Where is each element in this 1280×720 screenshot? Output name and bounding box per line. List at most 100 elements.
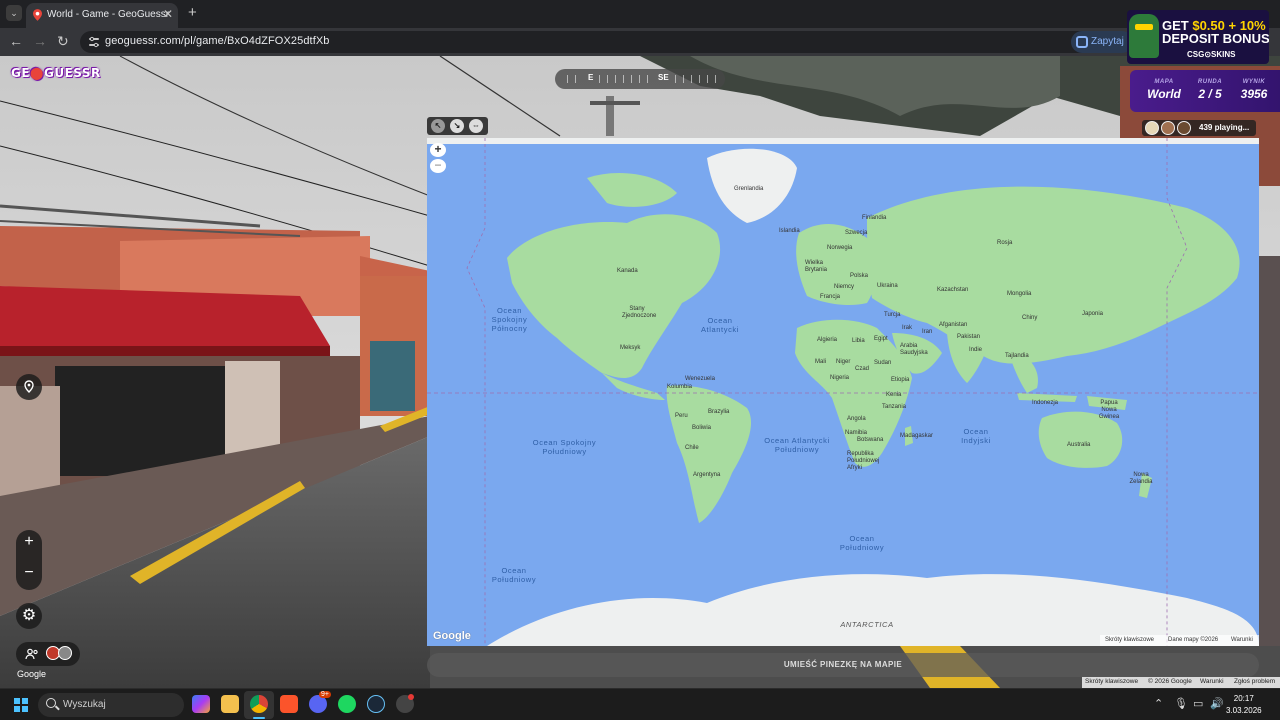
sv-zoom-in-button[interactable]: + — [16, 533, 42, 551]
party-icon — [25, 648, 38, 660]
brave-icon[interactable] — [280, 695, 298, 713]
windows-taskbar: Wyszukaj 9+ ⌃ 🎙 ▭ 🔊 20:17 3.03.2026 — [0, 688, 1280, 720]
map-label-country: Finlandia — [862, 215, 887, 221]
map-data-text: Dane mapy ©2026 — [1168, 637, 1219, 643]
new-tab-button[interactable]: + — [188, 4, 197, 21]
map-label-country: Islandia — [779, 228, 800, 234]
place-pin-button[interactable]: UMIEŚĆ PINEZKĘ NA MAPIE — [427, 653, 1259, 677]
map-label-country: Niger — [836, 359, 851, 365]
map-label-country: Wielka Brytania — [805, 260, 828, 273]
chrome-icon[interactable] — [250, 695, 268, 713]
url-text: geoguessr.com/pl/game/BxO4dZFOX25dtfXb — [105, 35, 330, 47]
tab-search-button[interactable]: ⌄ — [6, 5, 22, 21]
map-terms-link[interactable]: Warunki — [1231, 637, 1253, 643]
map-label-country: Tanzania — [882, 404, 907, 410]
players-playing-text: 439 playing... — [1199, 123, 1250, 132]
google-watermark: Google — [433, 630, 471, 642]
map-zoom-in-button[interactable]: + — [430, 143, 446, 157]
map-label-country: Argentyna — [693, 472, 721, 478]
compass[interactable]: E SE — [555, 69, 725, 89]
tray-chevron-icon[interactable]: ⌃ — [1154, 697, 1163, 710]
logo-text-left: GE — [11, 66, 31, 80]
site-info-icon[interactable] — [87, 35, 101, 49]
ad-subheadline: DEPOSIT BONUS — [1162, 31, 1269, 46]
volume-icon[interactable]: 🔊 — [1210, 697, 1224, 710]
network-icon[interactable]: ▭ — [1193, 697, 1203, 710]
map-label-country: Pakistan — [957, 334, 981, 340]
sv-shortcuts-link[interactable]: Skróty klawiszowe — [1085, 678, 1138, 685]
search-icon — [46, 698, 56, 708]
ocean-label: Ocean Atlantycki — [700, 316, 740, 334]
ask-google-button[interactable]: Zapytaj G — [1071, 31, 1134, 53]
map-shortcuts-link[interactable]: Skróty klawiszowe — [1105, 637, 1154, 643]
file-explorer-icon[interactable] — [221, 695, 239, 713]
map-label-country: Mongolia — [1007, 291, 1032, 297]
status-map: MAPA World — [1147, 79, 1181, 101]
ocean-label: Ocean Południowy — [491, 566, 537, 584]
settings-button[interactable]: ⚙ — [16, 603, 42, 629]
map-label-country: Chile — [685, 445, 699, 451]
gear-icon: ⚙ — [21, 607, 37, 624]
map-label-country: Polska — [850, 273, 869, 279]
forward-button[interactable]: → — [33, 33, 47, 49]
map-label-country: Angola — [847, 416, 866, 422]
map-label-country: Algieria — [817, 337, 838, 343]
avatar — [1145, 121, 1159, 135]
map-label-country: Francja — [820, 294, 841, 300]
tab-strip: ⌄ World - Game - GeoGuessr ✕ + — [0, 0, 1280, 28]
discord-badge: 9+ — [319, 691, 331, 698]
players-counter: 439 playing... — [1142, 120, 1256, 136]
map-label-country: Kanada — [617, 268, 638, 274]
microphone-icon[interactable]: 🎙 — [1174, 697, 1188, 710]
map-label-country: Indonezja — [1032, 400, 1059, 406]
return-to-start-button[interactable] — [16, 374, 42, 400]
tab-geoguessr[interactable]: World - Game - GeoGuessr ✕ — [26, 3, 178, 28]
party-panel[interactable] — [16, 642, 80, 666]
map-zoom-controls: + − — [430, 143, 446, 173]
map-label-country: Sudan — [874, 360, 892, 366]
avatar — [58, 646, 72, 660]
steam-icon[interactable] — [367, 695, 385, 713]
sv-zoom-out-button[interactable]: − — [16, 564, 42, 582]
spotify-icon[interactable] — [338, 695, 356, 713]
map-label-country: Egipt — [874, 336, 888, 342]
antarctica-label: ANTARCTICA — [840, 620, 894, 629]
guess-map[interactable]: Grenlandia Islandia Finlandia Szwecja No… — [427, 138, 1259, 646]
clock-time: 20:17 — [1233, 694, 1254, 703]
ocean-label: Ocean Indyjski — [961, 427, 991, 445]
map-label-country: Afganistan — [939, 322, 968, 328]
map-label-country: Peru — [675, 413, 688, 419]
geoguessr-logo[interactable]: GE⬤GUESSR — [11, 66, 101, 80]
logo-text-right: GUESSR — [43, 66, 101, 80]
map-label-country: Wenezuela — [685, 376, 715, 382]
map-zoom-out-button[interactable]: − — [430, 159, 446, 173]
map-label-country: Kolumbia — [667, 384, 693, 390]
address-bar[interactable]: geoguessr.com/pl/game/BxO4dZFOX25dtfXb — [80, 31, 1144, 53]
map-label-country: Papua Nowa Gwinea — [1098, 400, 1120, 420]
system-clock[interactable]: 20:17 3.03.2026 — [1226, 693, 1262, 717]
geoguessr-favicon-icon — [33, 9, 42, 21]
map-label-country: Nowa Zelandia — [1129, 472, 1153, 485]
sv-terms-link[interactable]: Warunki — [1200, 678, 1224, 685]
taskbar-search-placeholder: Wyszukaj — [63, 699, 106, 710]
expand-map-icon[interactable]: ↘ — [450, 119, 464, 133]
map-label-country: Etiopia — [891, 377, 910, 383]
back-button[interactable]: ← — [9, 33, 23, 49]
ad-brand: CSG⊙SKINS — [1187, 50, 1236, 59]
copilot-icon[interactable] — [192, 695, 210, 713]
compass-southeast: SE — [658, 73, 669, 82]
pin-map-icon[interactable]: ⇔ — [469, 119, 483, 133]
map-label-country: Arabia Saudyjska — [900, 343, 928, 356]
windows-start-icon[interactable] — [14, 698, 28, 712]
ad-banner[interactable]: GET $0.50 + 10% DEPOSIT BONUS CSG⊙SKINS — [1127, 10, 1269, 64]
sv-report-link[interactable]: Zgłoś problem — [1234, 678, 1275, 685]
ocean-label: Ocean Spokojny Południowy — [532, 438, 597, 456]
notification-dot — [408, 694, 414, 700]
compass-east: E — [588, 73, 594, 82]
shrink-map-icon[interactable]: ↖ — [431, 119, 445, 133]
taskbar-search[interactable]: Wyszukaj — [38, 693, 184, 717]
ocean-label: Ocean Spokojny Północny — [491, 306, 528, 333]
tab-close-icon[interactable]: ✕ — [163, 7, 173, 21]
map-label-country: Botswana — [857, 437, 884, 443]
reload-button[interactable]: ↻ — [57, 33, 69, 50]
